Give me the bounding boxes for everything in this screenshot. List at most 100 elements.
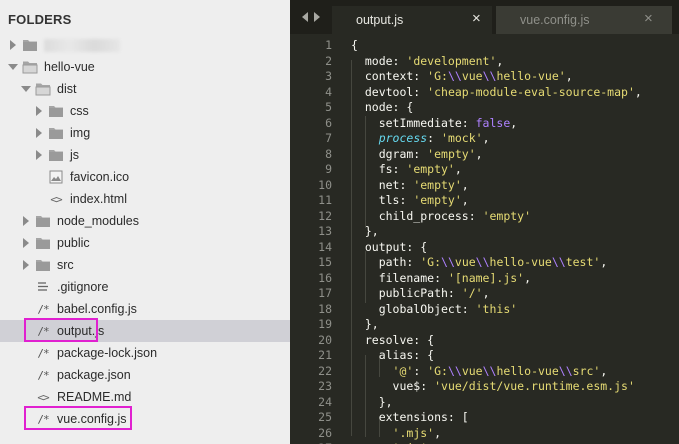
tree-item-label: babel.config.js [57,302,137,316]
tree-item-src[interactable]: src [0,254,290,276]
js-file-icon: /* [37,302,49,316]
tree-item-readme-md[interactable]: <> README.md [0,386,290,408]
folders-header: FOLDERS [8,12,72,27]
tree-item-hello-vue[interactable]: hello-vue [0,56,290,78]
tree-item-index-html[interactable]: <> index.html [0,188,290,210]
chevron-right-icon[interactable] [8,40,18,50]
folder-icon [35,213,51,229]
code-file-icon: <> [50,192,62,206]
tree-item-node-modules[interactable]: node_modules [0,210,290,232]
tree-item-gitignore[interactable]: .gitignore [0,276,290,298]
chevron-right-icon[interactable] [21,216,31,226]
tree-item-label: node_modules [57,214,140,228]
tree-item-favicon-ico[interactable]: favicon.ico [0,166,290,188]
code-line: tls: 'empty', [351,193,469,207]
line-number: 22 [318,363,332,378]
js-file-icon: /* [37,368,49,382]
folder-open-icon [35,81,51,97]
code-line: { [351,38,358,52]
chevron-right-icon[interactable] [34,106,44,116]
line-number: 14 [318,239,332,254]
tree-item-label: README.md [57,390,132,404]
tab-nav-left-icon[interactable] [302,12,308,22]
line-number: 6 [325,115,332,130]
tree-item-output-js[interactable]: /* output.js [0,320,290,342]
code-line: child_process: 'empty' [351,208,532,223]
code-file-icon: <> [37,390,49,404]
code-line: process: 'mock', [378,131,490,145]
text-file-icon [35,279,51,295]
chevron-down-icon[interactable] [8,62,18,72]
tree-item-label: .gitignore [57,280,109,294]
line-number: 10 [318,177,332,192]
line-number: 24 [318,394,332,409]
tree-item-label: src [57,258,74,272]
code-line: globalObject: 'this' [351,301,518,316]
folder-icon [48,103,64,119]
code-line: context: 'G:\\vue\\hello-vue', [351,69,573,83]
chevron-down-icon[interactable] [21,84,31,94]
chevron-right-icon[interactable] [34,128,44,138]
line-number: 1 [325,38,332,52]
editor: output.js × vue.config.js × 1 2 3 4 5 6 7 8 9 10 1… [290,0,679,444]
line-number: 5 [325,100,332,114]
close-icon[interactable]: × [644,11,653,27]
code-line: dgram: 'empty', [351,146,483,161]
chevron-right-icon[interactable] [34,150,44,160]
tree-item-label: favicon.ico [70,170,130,184]
tree-item-hidden-folder[interactable] [0,34,290,56]
line-number: 13 [318,224,332,238]
image-file-icon [48,169,64,185]
tree-item-label: package-lock.json [57,346,158,360]
tree-item-js[interactable]: js [0,144,290,166]
code-line: mode: 'development', [351,53,504,68]
folder-open-icon [22,59,38,75]
folder-icon [35,257,51,273]
chevron-right-icon[interactable] [21,260,31,270]
tree-item-vue-config-js[interactable]: /* vue.config.js [0,408,290,430]
folder-icon [48,147,64,163]
redacted-folder-name [44,39,120,52]
tree-item-label: public [57,236,90,250]
tab-output-js[interactable]: output.js × [332,6,492,34]
line-number: 25 [318,410,332,424]
tree-item-label: output.js [57,324,105,338]
line-number: 8 [325,146,332,161]
line-number: 16 [318,270,332,285]
code-line: '.mjs', [392,425,442,440]
code-area[interactable]: { mode: 'development', context: 'G:\\vue… [351,34,679,444]
folder-icon [35,235,51,251]
line-number: 20 [318,332,332,347]
line-number: 2 [325,53,332,68]
tree-item-css[interactable]: css [0,100,290,122]
code-line: }, [351,394,393,409]
tree-item-dist[interactable]: dist [0,78,290,100]
tree-item-package-json[interactable]: /* package.json [0,364,290,386]
tree-item-public[interactable]: public [0,232,290,254]
line-number: 9 [325,162,332,176]
code-line: }, [351,224,379,238]
line-number: 17 [318,286,332,300]
tree-item-img[interactable]: img [0,122,290,144]
line-number: 26 [318,425,332,440]
code-line: net: 'empty', [351,177,469,192]
js-file-icon: /* [37,324,49,338]
tab-nav-right-icon[interactable] [314,12,320,22]
code-line: filename: '[name].js', [351,270,532,285]
tree-item-package-lock-json[interactable]: /* package-lock.json [0,342,290,364]
code-line: '@': 'G:\\vue\\hello-vue\\src', [392,363,608,378]
tree-item-babel-config-js[interactable]: /* babel.config.js [0,298,290,320]
code-line: alias: { [351,348,435,362]
tree-item-label: dist [57,82,77,96]
close-icon[interactable]: × [472,11,481,27]
tree-item-label: css [70,104,89,118]
folder-icon [22,37,38,53]
line-number: 4 [325,84,332,99]
code-line: }, [351,317,379,331]
folder-icon [48,125,64,141]
tab-vue-config-js[interactable]: vue.config.js × [496,6,672,34]
code-line: setImmediate: false, [351,115,518,130]
chevron-right-icon[interactable] [21,238,31,248]
line-number: 23 [318,379,332,393]
line-number: 12 [318,208,332,223]
